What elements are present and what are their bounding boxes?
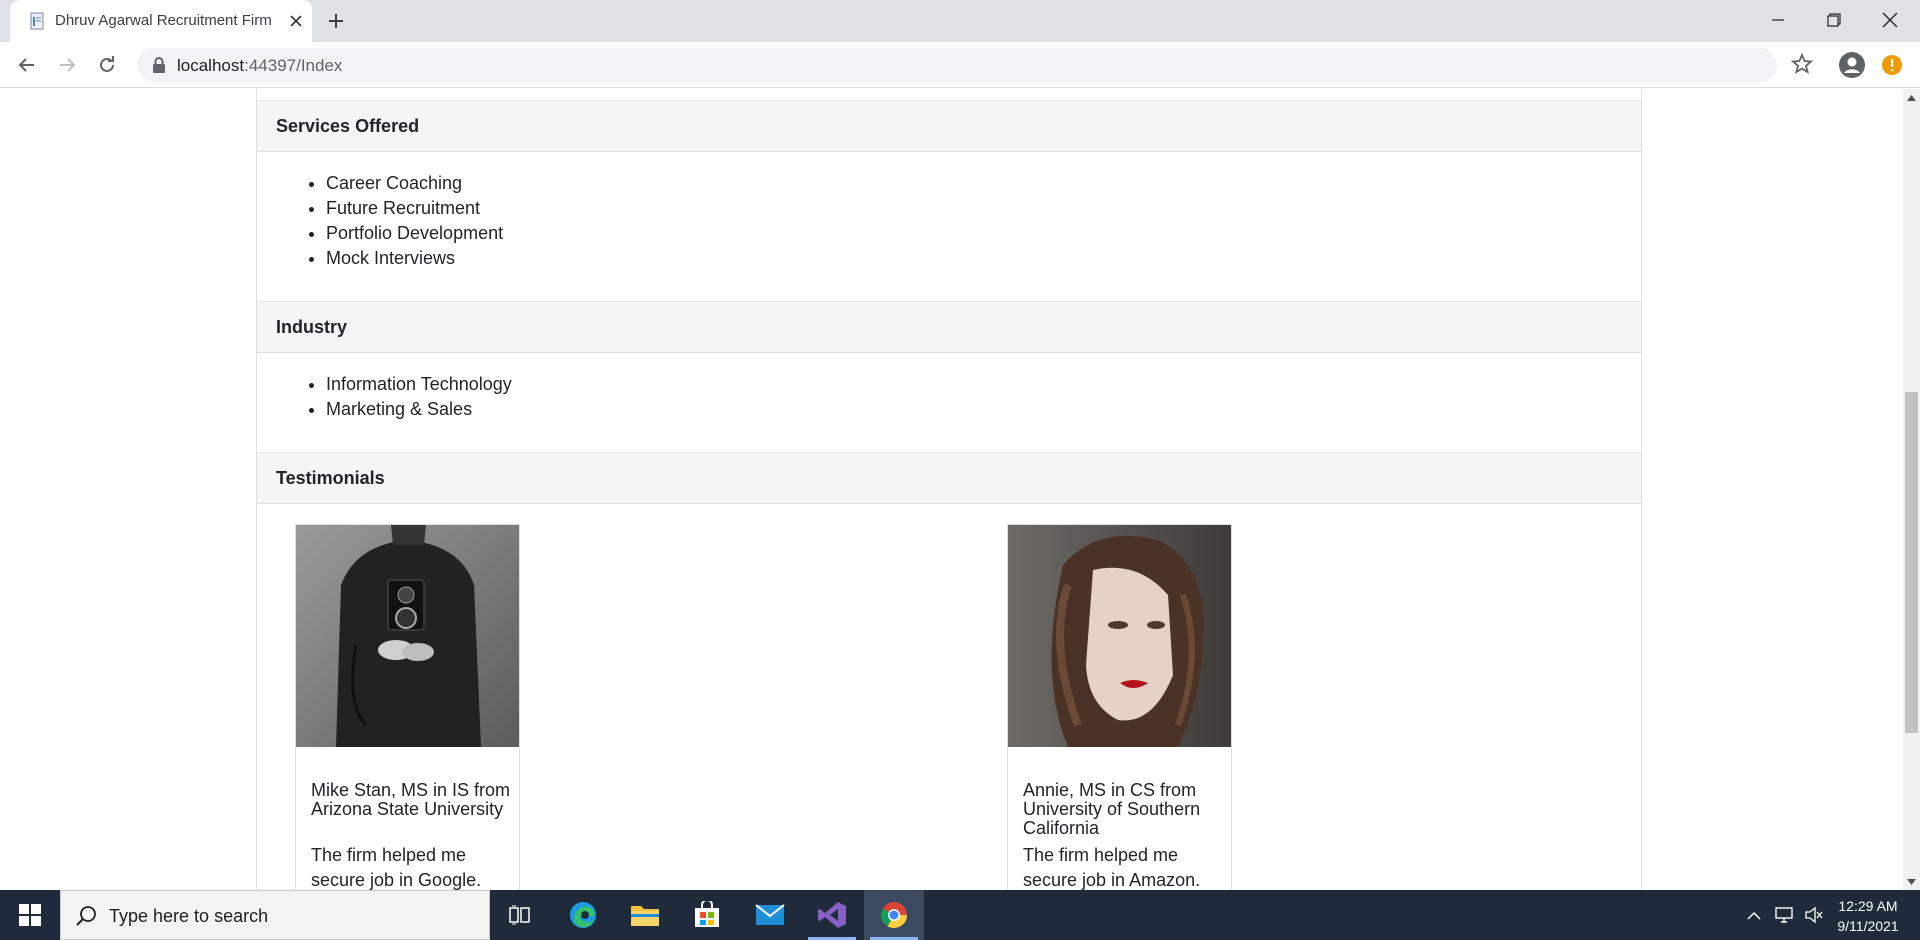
plus-icon <box>329 14 343 28</box>
reload-icon <box>100 56 114 72</box>
close-icon <box>1882 12 1898 28</box>
list-item: Career Coaching <box>326 171 503 196</box>
testimonial-card: Annie, MS in CS from University of South… <box>1007 524 1232 890</box>
scroll-up-arrow-icon[interactable] <box>1903 89 1920 106</box>
content-card: Services Offered Career Coaching Future … <box>256 89 1642 890</box>
list-item: Information Technology <box>326 372 512 397</box>
list-item: Future Recruitment <box>326 196 503 221</box>
forward-arrow-icon <box>60 58 76 72</box>
task-view-icon[interactable] <box>490 890 550 940</box>
testimonial-name: Annie, MS in CS from University of South… <box>1023 780 1201 838</box>
testimonials-title: Testimonials <box>276 468 385 488</box>
mail-icon[interactable] <box>740 890 800 940</box>
network-icon[interactable] <box>1770 890 1798 940</box>
scroll-down-arrow-icon[interactable] <box>1903 873 1920 890</box>
industry-title: Industry <box>276 317 348 337</box>
industry-list: Information Technology Marketing & Sales <box>326 372 512 422</box>
clock-date: 9/11/2021 <box>1837 918 1899 934</box>
search-placeholder: Type here to search <box>109 906 269 926</box>
testimonial-photo <box>1008 525 1231 747</box>
list-item: Marketing & Sales <box>326 397 512 422</box>
services-list: Career Coaching Future Recruitment Portf… <box>326 171 503 271</box>
clock-time: 12:29 AM <box>1838 898 1898 914</box>
testimonials-section-header: Testimonials <box>257 452 1641 504</box>
list-item: Mock Interviews <box>326 246 503 271</box>
tab-close-icon[interactable] <box>286 11 306 31</box>
tray-overflow-chevron-icon[interactable] <box>1740 890 1768 940</box>
back-arrow-icon <box>18 58 34 72</box>
tab-title: Dhruv Agarwal Recruitment Firm <box>55 12 272 29</box>
browser-tab[interactable]: Dhruv Agarwal Recruitment Firm <box>10 0 312 42</box>
taskbar-search-box[interactable]: Type here to search <box>60 890 490 940</box>
chrome-browser-icon[interactable] <box>864 890 924 940</box>
testimonial-quote: The firm helped me secure job in Amazon. <box>1023 845 1201 890</box>
reload-button[interactable] <box>93 51 121 79</box>
profile-avatar-icon[interactable] <box>1838 51 1866 79</box>
address-bar[interactable]: localhost:44397/Index <box>137 48 1777 82</box>
start-button[interactable] <box>0 890 60 940</box>
windows-logo-icon <box>19 904 41 926</box>
services-title: Services Offered <box>276 116 420 136</box>
forward-button[interactable] <box>53 51 81 79</box>
page-viewport: Services Offered Career Coaching Future … <box>0 89 1903 890</box>
testimonial-photo <box>296 525 519 747</box>
scrollbar-thumb[interactable] <box>1905 392 1918 733</box>
edge-browser-icon[interactable] <box>553 890 613 940</box>
page-favicon-icon <box>27 11 47 31</box>
list-item: Portfolio Development <box>326 221 503 246</box>
file-explorer-icon[interactable] <box>615 890 675 940</box>
restore-button[interactable] <box>1806 0 1862 40</box>
testimonial-card: Mike Stan, MS in IS from Arizona State U… <box>295 524 520 890</box>
industry-section-header: Industry <box>257 301 1641 353</box>
bookmark-star-icon[interactable] <box>1790 52 1814 76</box>
minimize-button[interactable] <box>1750 0 1806 40</box>
close-window-button[interactable] <box>1862 0 1918 40</box>
windows-taskbar: Type here to search 12:29 AM 9/11/2021 <box>0 890 1920 940</box>
search-icon <box>75 905 97 927</box>
browser-toolbar: localhost:44397/Index <box>0 42 1920 88</box>
microsoft-store-icon[interactable] <box>677 890 737 940</box>
update-alert-icon[interactable] <box>1881 54 1903 76</box>
page-scrollbar[interactable] <box>1903 89 1920 890</box>
services-section-header: Services Offered <box>257 100 1641 152</box>
testimonial-name: Mike Stan, MS in IS from Arizona State U… <box>311 780 511 819</box>
browser-tab-bar: Dhruv Agarwal Recruitment Firm <box>0 0 1920 42</box>
visual-studio-icon[interactable] <box>802 890 862 940</box>
minimize-icon <box>1772 19 1784 21</box>
new-tab-button[interactable] <box>322 9 350 33</box>
restore-icon <box>1827 13 1841 27</box>
lock-icon <box>152 57 166 73</box>
system-clock[interactable]: 12:29 AM 9/11/2021 <box>1828 896 1908 936</box>
url-text: localhost:44397/Index <box>177 56 343 75</box>
back-button[interactable] <box>13 51 41 79</box>
volume-muted-icon[interactable] <box>1800 890 1828 940</box>
testimonial-quote: The firm helped me secure job in Google. <box>311 845 482 890</box>
